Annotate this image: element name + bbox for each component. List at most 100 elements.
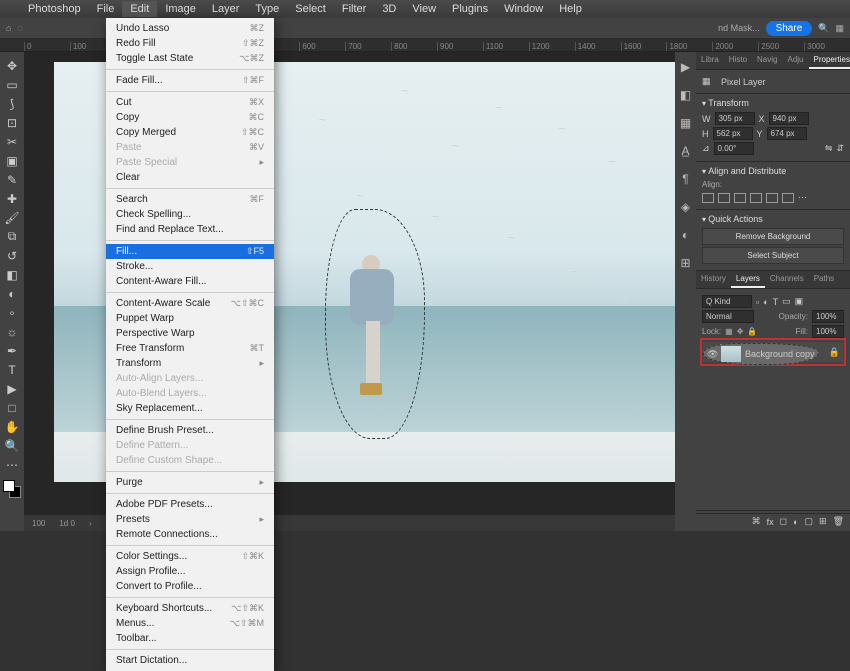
menu-file[interactable]: File [89,1,123,17]
filter-adjust-icon[interactable]: ◐ [763,297,768,307]
blur-tool[interactable]: ∘ [1,303,23,322]
adjustment-layer-icon[interactable]: ◐ [793,517,798,527]
layer-style-icon[interactable]: fx [767,517,774,527]
zoom-tool[interactable]: 🔍 [1,436,23,455]
align-left-icon[interactable] [702,193,714,203]
search-icon[interactable]: 🔍 [818,23,829,34]
lock-position-icon[interactable]: ✥ [737,327,744,336]
tab-paths[interactable]: Paths [809,271,839,288]
marquee-tool[interactable]: ▭ [1,75,23,94]
lasso-tool[interactable]: ⟆ [1,94,23,113]
x-field[interactable]: 940 px [769,112,809,125]
filter-pixel-icon[interactable]: ▫ [756,297,759,307]
status-chevron-icon[interactable]: › [89,519,92,528]
lock-pixels-icon[interactable]: ▦ [725,327,733,336]
menu-item-search[interactable]: Search⌘F [106,192,274,207]
menu-item-sky-replacement[interactable]: Sky Replacement... [106,401,274,416]
adjustments-panel-icon[interactable]: ◐ [679,228,693,242]
layer-mask-icon[interactable]: ◻ [780,516,787,527]
tab-navig[interactable]: Navig [752,52,782,69]
hand-tool[interactable]: ✋ [1,417,23,436]
new-layer-icon[interactable]: ⊞ [819,516,827,527]
filter-shape-icon[interactable]: ▭ [782,296,791,307]
menu-item-fade-fill[interactable]: Fade Fill...⇧⌘F [106,73,274,88]
path-tool[interactable]: ▶ [1,379,23,398]
menu-item-check-spelling[interactable]: Check Spelling... [106,207,274,222]
layer-filter[interactable]: Q Kind [702,295,752,308]
layer-row[interactable]: 👁Background copy [703,343,819,365]
width-field[interactable]: 305 px [715,112,755,125]
menu-item-color-settings[interactable]: Color Settings...⇧⌘K [106,549,274,564]
menu-help[interactable]: Help [551,1,590,17]
menu-item-define-brush-preset[interactable]: Define Brush Preset... [106,423,274,438]
menu-item-fill[interactable]: Fill...⇧F5 [106,244,274,259]
edit-toolbar[interactable]: ⋯ [1,455,23,474]
menu-item-perspective-warp[interactable]: Perspective Warp [106,326,274,341]
align-center-h-icon[interactable] [718,193,730,203]
align-top-icon[interactable] [750,193,762,203]
align-bottom-icon[interactable] [782,193,794,203]
layer-thumbnail[interactable] [721,346,741,362]
home-icon[interactable]: ⌂ [6,23,11,33]
paragraph-panel-icon[interactable]: ¶ [679,172,693,186]
styles-panel-icon[interactable]: ⊞ [679,256,693,270]
menu-item-cut[interactable]: Cut⌘X [106,95,274,110]
menu-item-stroke[interactable]: Stroke... [106,259,274,274]
menu-item-content-aware-fill[interactable]: Content-Aware Fill... [106,274,274,289]
menu-item-adobe-pdf-presets[interactable]: Adobe PDF Presets... [106,497,274,512]
menu-filter[interactable]: Filter [334,1,374,17]
menu-item-find-and-replace-text[interactable]: Find and Replace Text... [106,222,274,237]
type-tool[interactable]: T [1,360,23,379]
menu-item-toggle-last-state[interactable]: Toggle Last State⌥⌘Z [106,51,274,66]
menu-item-start-dictation[interactable]: Start Dictation... [106,653,274,668]
dodge-tool[interactable]: ☼ [1,322,23,341]
stamp-tool[interactable]: ⧉ [1,227,23,246]
brush-tool[interactable]: 🖌 [1,208,23,227]
brushes-panel-icon[interactable]: ◈ [679,200,693,214]
menu-image[interactable]: Image [157,1,204,17]
menu-window[interactable]: Window [496,1,551,17]
menu-item-presets[interactable]: Presets▸ [106,512,274,527]
blend-mode[interactable]: Normal [702,310,754,323]
flip-horizontal-icon[interactable]: ⇋ [825,143,833,154]
menu-layer[interactable]: Layer [204,1,248,17]
healing-tool[interactable]: ✚ [1,189,23,208]
layer-name[interactable]: Background copy [745,349,815,359]
tab-layers[interactable]: Layers [731,271,765,288]
menu-item-convert-to-profile[interactable]: Convert to Profile... [106,579,274,594]
menu-item-content-aware-scale[interactable]: Content-Aware Scale⌥⇧⌘C [106,296,274,311]
tab-adju[interactable]: Adju [782,52,808,69]
workspace-icon[interactable]: ▦ [835,23,844,34]
menu-item-keyboard-shortcuts[interactable]: Keyboard Shortcuts...⌥⇧⌘K [106,601,274,616]
menu-item-puppet-warp[interactable]: Puppet Warp [106,311,274,326]
tab-libra[interactable]: Libra [696,52,724,69]
menu-item-transform[interactable]: Transform▸ [106,356,274,371]
menu-item-menus[interactable]: Menus...⌥⇧⌘M [106,616,274,631]
align-more-icon[interactable]: ⋯ [798,192,807,203]
height-field[interactable]: 562 px [713,127,753,140]
tab-channels[interactable]: Channels [765,271,809,288]
filter-smart-icon[interactable]: ▣ [795,296,804,307]
filter-type-icon[interactable]: T [773,297,779,307]
frame-tool[interactable]: ▣ [1,151,23,170]
menu-item-copy-merged[interactable]: Copy Merged⇧⌘C [106,125,274,140]
group-icon[interactable]: ▢ [805,516,814,527]
doc-info[interactable]: 1d 0 [59,519,75,528]
tab-histo[interactable]: Histo [724,52,752,69]
menu-item-free-transform[interactable]: Free Transform⌘T [106,341,274,356]
menu-item-purge[interactable]: Purge▸ [106,475,274,490]
menu-view[interactable]: View [404,1,444,17]
object-select-tool[interactable]: ⊡ [1,113,23,132]
eyedropper-tool[interactable]: ✎ [1,170,23,189]
play-icon[interactable]: ▶ [679,60,693,74]
menu-edit[interactable]: Edit [122,1,157,17]
quick-actions-title[interactable]: Quick Actions [702,214,844,224]
crop-tool[interactable]: ✂ [1,132,23,151]
remove-background-button[interactable]: Remove Background [702,228,844,245]
menu-item-copy[interactable]: Copy⌘C [106,110,274,125]
menu-item-undo-lasso[interactable]: Undo Lasso⌘Z [106,21,274,36]
menu-item-clear[interactable]: Clear [106,170,274,185]
pen-tool[interactable]: ✒ [1,341,23,360]
align-title[interactable]: Align and Distribute [702,166,844,176]
link-layers-icon[interactable]: ⌘ [752,516,761,527]
